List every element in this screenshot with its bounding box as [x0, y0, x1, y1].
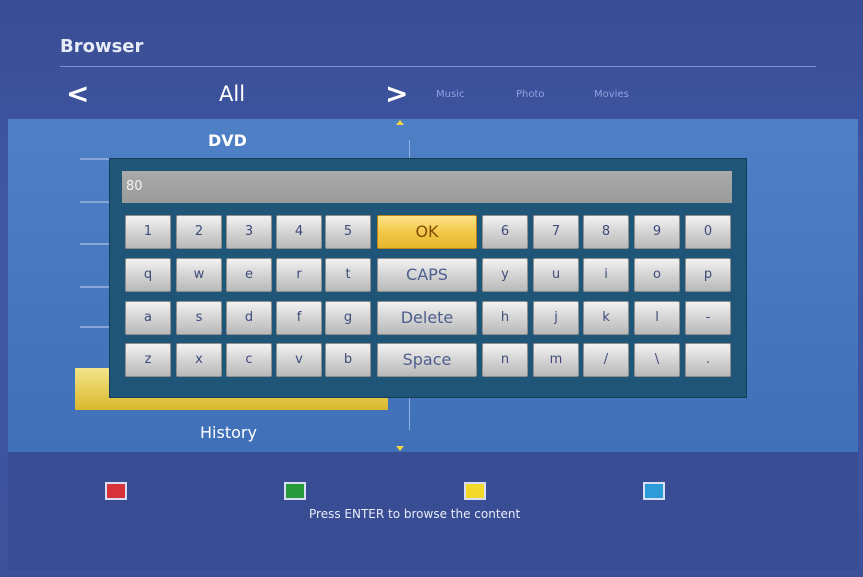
category-music[interactable]: Music — [436, 89, 464, 100]
key-3-7[interactable]: m — [533, 343, 579, 377]
key-2-6[interactable]: h — [482, 301, 528, 335]
key-3-3[interactable]: v — [276, 343, 322, 377]
key-1-10[interactable]: p — [685, 258, 731, 292]
list-item-dvd[interactable]: DVD — [208, 131, 247, 150]
key-1-6[interactable]: y — [482, 258, 528, 292]
list-item-marker — [80, 286, 110, 288]
key-0-8[interactable]: 8 — [583, 215, 629, 249]
key-0-6[interactable]: 6 — [482, 215, 528, 249]
red-key-icon[interactable] — [105, 482, 127, 500]
key-0-3[interactable]: 4 — [276, 215, 322, 249]
ok-key[interactable]: OK — [377, 215, 477, 249]
list-item-marker — [80, 326, 110, 328]
space-key[interactable]: Space — [377, 343, 477, 377]
key-1-3[interactable]: r — [276, 258, 322, 292]
title-divider — [60, 66, 816, 67]
delete-key[interactable]: Delete — [377, 301, 477, 335]
keyboard-input-field[interactable]: 80 — [122, 171, 732, 203]
scroll-up-icon — [396, 120, 404, 125]
key-0-4[interactable]: 5 — [325, 215, 371, 249]
prev-category-arrow[interactable]: < — [66, 80, 89, 108]
key-1-7[interactable]: u — [533, 258, 579, 292]
key-2-7[interactable]: j — [533, 301, 579, 335]
list-item-marker — [80, 158, 110, 160]
next-category-arrow[interactable]: > — [385, 80, 408, 108]
key-3-8[interactable]: / — [583, 343, 629, 377]
key-3-2[interactable]: c — [226, 343, 272, 377]
key-1-1[interactable]: w — [176, 258, 222, 292]
page-title: Browser — [60, 36, 144, 57]
key-2-9[interactable]: l — [634, 301, 680, 335]
footer-hint: Press ENTER to browse the content — [309, 507, 521, 521]
key-2-8[interactable]: k — [583, 301, 629, 335]
key-2-2[interactable]: d — [226, 301, 272, 335]
key-1-4[interactable]: t — [325, 258, 371, 292]
key-0-1[interactable]: 2 — [176, 215, 222, 249]
blue-key-icon[interactable] — [643, 482, 665, 500]
list-item-history[interactable]: History — [200, 423, 257, 442]
key-0-10[interactable]: 0 — [685, 215, 731, 249]
list-item-marker — [80, 243, 110, 245]
current-category: All — [219, 82, 246, 106]
key-3-4[interactable]: b — [325, 343, 371, 377]
key-3-9[interactable]: \ — [634, 343, 680, 377]
list-item-marker — [80, 201, 110, 203]
key-2-4[interactable]: g — [325, 301, 371, 335]
key-2-0[interactable]: a — [125, 301, 171, 335]
key-0-2[interactable]: 3 — [226, 215, 272, 249]
key-0-9[interactable]: 9 — [634, 215, 680, 249]
key-3-1[interactable]: x — [176, 343, 222, 377]
caps-key[interactable]: CAPS — [377, 258, 477, 292]
key-1-0[interactable]: q — [125, 258, 171, 292]
key-1-9[interactable]: o — [634, 258, 680, 292]
key-3-10[interactable]: . — [685, 343, 731, 377]
yellow-key-icon[interactable] — [464, 482, 486, 500]
key-2-1[interactable]: s — [176, 301, 222, 335]
key-1-8[interactable]: i — [583, 258, 629, 292]
key-3-0[interactable]: z — [125, 343, 171, 377]
key-3-6[interactable]: n — [482, 343, 528, 377]
category-movies[interactable]: Movies — [594, 89, 629, 100]
key-0-0[interactable]: 1 — [125, 215, 171, 249]
key-2-10[interactable]: - — [685, 301, 731, 335]
key-1-2[interactable]: e — [226, 258, 272, 292]
category-photo[interactable]: Photo — [516, 89, 545, 100]
green-key-icon[interactable] — [284, 482, 306, 500]
key-2-3[interactable]: f — [276, 301, 322, 335]
scroll-down-icon — [396, 446, 404, 451]
key-0-7[interactable]: 7 — [533, 215, 579, 249]
